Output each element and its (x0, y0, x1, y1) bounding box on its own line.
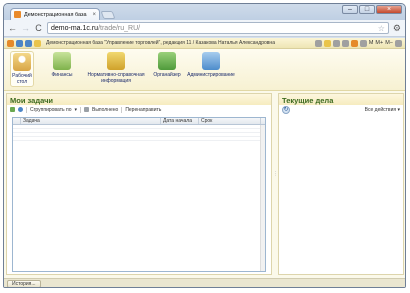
section-administration[interactable]: Администрирование (186, 52, 236, 78)
all-actions-label: Все действия (364, 106, 397, 113)
bookmark-star-icon[interactable]: ☆ (378, 24, 385, 33)
favicon-icon (14, 11, 21, 18)
tasks-table-body (13, 125, 260, 271)
wrench-icon[interactable]: ⚙ (393, 23, 401, 34)
history-icon[interactable] (332, 39, 340, 47)
memory-button[interactable]: M (369, 40, 374, 46)
toolbar-separator (26, 106, 27, 113)
column-due[interactable]: Срок (199, 118, 261, 124)
memory-plus-button[interactable]: M+ (375, 40, 383, 46)
section-label: Нормативно-справочная информация (87, 72, 145, 84)
table-row (13, 137, 260, 141)
link-icon[interactable] (314, 39, 322, 47)
sections-panel: Рабочий стол Финансы Нормативно-справочн… (4, 49, 405, 91)
reference-book-icon (107, 52, 125, 70)
section-label: Финансы (51, 72, 73, 78)
refresh-icon[interactable]: ↻ (282, 105, 290, 114)
done-icon (84, 107, 89, 112)
info-icon[interactable] (395, 39, 402, 47)
address-bar[interactable]: demo-ma.1c.ru /trade/ru_RU/ ☆ (47, 22, 389, 34)
section-label: Администрирование (187, 72, 235, 78)
calculator-icon[interactable] (359, 39, 367, 47)
desktop-icon (13, 53, 31, 71)
section-organizer[interactable]: Органайзер (152, 52, 182, 78)
done-button[interactable]: Выполнено (92, 107, 118, 113)
tasks-toolbar: Сгруппировать по ▾ Выполнено Перенаправи… (7, 105, 271, 114)
organizer-icon (158, 52, 176, 70)
my-tasks-title: Мои задачи (7, 94, 271, 105)
browser-tab[interactable]: Демонстрационная база × (10, 8, 100, 20)
administration-icon (202, 52, 220, 70)
column-marker (13, 118, 21, 124)
new-tab-button[interactable] (100, 11, 116, 19)
section-label: Рабочий стол (12, 73, 32, 85)
main-menu-icon[interactable] (7, 39, 14, 47)
print-icon[interactable] (341, 39, 349, 47)
all-actions-button[interactable]: Все действия ▾ (365, 107, 400, 113)
edit-icon[interactable] (10, 107, 15, 112)
tab-close-icon[interactable]: × (92, 12, 96, 18)
back-arrow-icon[interactable] (16, 39, 23, 47)
section-desktop[interactable]: Рабочий стол (10, 51, 34, 87)
star-icon[interactable] (34, 39, 41, 47)
vertical-scrollbar[interactable] (260, 125, 265, 271)
calendar-icon[interactable] (350, 39, 358, 47)
favorites-icon[interactable] (323, 39, 331, 47)
status-bar: История... (4, 278, 405, 287)
finance-icon (53, 52, 71, 70)
history-button[interactable]: История... (7, 280, 41, 287)
back-button[interactable]: ← (8, 23, 17, 33)
current-affairs-panel: Текущие дела ↻ Все действия ▾ (278, 93, 404, 275)
my-tasks-panel: Мои задачи Сгруппировать по ▾ Выполнено … (6, 93, 272, 275)
address-path: /trade/ru_RU/ (98, 24, 141, 32)
tasks-table-header: Задача Дата начала Срок (13, 118, 265, 125)
section-reference[interactable]: Нормативно-справочная информация (86, 52, 146, 84)
window-controls: – □ × (342, 5, 402, 14)
app-toolbar: Демонстрационная база "Управление торгов… (4, 38, 405, 49)
section-finance[interactable]: Финансы (50, 52, 74, 78)
tasks-table[interactable]: Задача Дата начала Срок (12, 117, 266, 272)
panel-splitter[interactable]: ⋮ (273, 171, 278, 183)
app-title: Демонстрационная база "Управление торгов… (46, 40, 275, 46)
redirect-button[interactable]: Перенаправить (125, 107, 161, 113)
close-button[interactable]: × (376, 5, 402, 14)
browser-titlebar: Демонстрационная база × – □ × (4, 4, 405, 20)
tab-title: Демонстрационная база (24, 11, 87, 18)
group-by-button[interactable]: Сгруппировать по (30, 107, 71, 113)
maximize-button[interactable]: □ (359, 5, 375, 14)
column-start-date[interactable]: Дата начала (161, 118, 199, 124)
column-task[interactable]: Задача (21, 118, 161, 124)
forward-arrow-icon[interactable] (25, 39, 32, 47)
refresh-icon[interactable] (18, 107, 23, 112)
forward-button[interactable]: → (21, 23, 30, 33)
reload-button[interactable]: C (34, 23, 43, 33)
minimize-button[interactable]: – (342, 5, 358, 14)
toolbar-separator (121, 106, 123, 113)
browser-navbar: ← → C demo-ma.1c.ru /trade/ru_RU/ ☆ ⚙ (4, 20, 405, 37)
content-area: Мои задачи Сгруппировать по ▾ Выполнено … (4, 91, 405, 278)
app-area: Демонстрационная база "Управление торгов… (4, 38, 405, 287)
current-affairs-title: Текущие дела (279, 94, 403, 105)
current-affairs-toolbar: ↻ Все действия ▾ (279, 105, 403, 114)
section-label: Органайзер (153, 72, 181, 78)
memory-minus-button[interactable]: M− (385, 40, 393, 46)
browser-window: Демонстрационная база × – □ × ← → C demo… (3, 3, 406, 288)
toolbar-separator (80, 106, 81, 113)
address-host: demo-ma.1c.ru (51, 24, 99, 32)
dropdown-arrow-icon[interactable]: ▾ (74, 107, 77, 113)
